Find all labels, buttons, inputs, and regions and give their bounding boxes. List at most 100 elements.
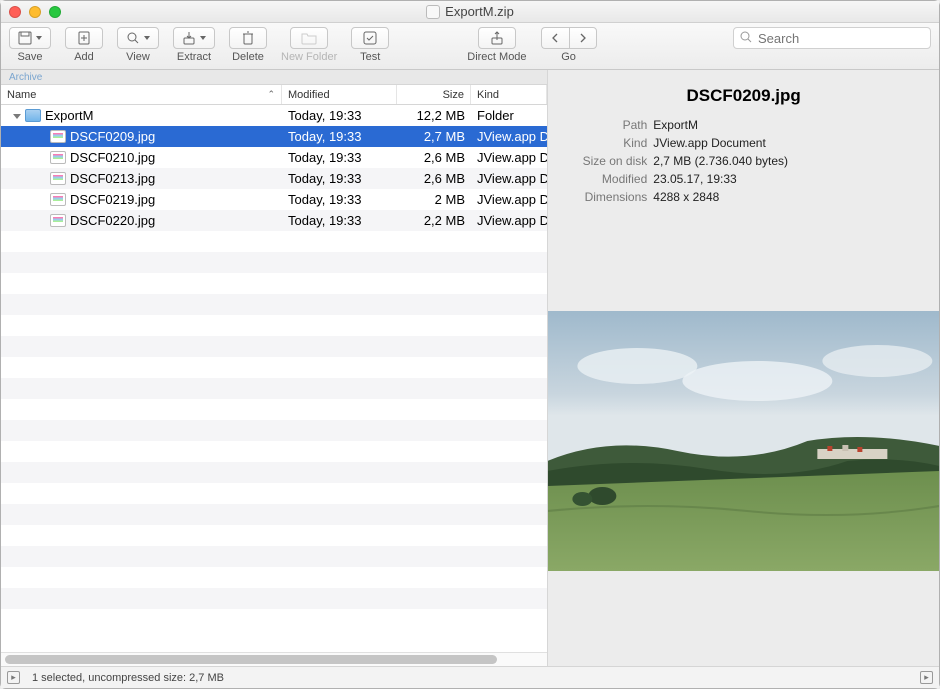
close-window-button[interactable] (9, 6, 21, 18)
file-size: 2,7 MB (397, 129, 471, 144)
disclosure-triangle-icon[interactable] (13, 114, 21, 119)
extract-button[interactable] (173, 27, 215, 49)
table-row[interactable]: DSCF0220.jpgToday, 19:332,2 MBJView.app … (1, 210, 547, 231)
table-row-empty (1, 567, 547, 588)
new-folder-icon (301, 31, 317, 45)
direct-mode-label: Direct Mode (467, 51, 526, 63)
extract-label: Extract (177, 51, 211, 63)
zoom-window-button[interactable] (49, 6, 61, 18)
new-folder-label: New Folder (281, 51, 337, 63)
info-modified-value: 23.05.17, 19:33 (653, 170, 736, 188)
info-panel: DSCF0209.jpg PathExportM KindJView.app D… (548, 70, 939, 666)
file-modified: Today, 19:33 (282, 213, 397, 228)
search-input[interactable] (733, 27, 931, 49)
table-row-empty (1, 294, 547, 315)
scrollbar-thumb[interactable] (5, 655, 497, 664)
status-left-button[interactable]: ▸ (7, 671, 20, 684)
table-row-empty (1, 315, 547, 336)
folder-icon (25, 109, 41, 122)
chevron-down-icon (36, 36, 42, 40)
table-row-empty (1, 378, 547, 399)
table-row[interactable]: DSCF0219.jpgToday, 19:332 MBJView.app D (1, 189, 547, 210)
image-file-icon (50, 151, 66, 164)
image-file-icon (50, 214, 66, 227)
column-kind[interactable]: Kind (471, 85, 547, 104)
column-headers: Name⌃ Modified Size Kind (1, 85, 547, 105)
file-name: DSCF0210.jpg (70, 150, 155, 165)
table-row[interactable]: DSCF0209.jpgToday, 19:332,7 MBJView.app … (1, 126, 547, 147)
test-label: Test (360, 51, 380, 63)
table-row-empty (1, 252, 547, 273)
view-icon (126, 31, 140, 45)
info-path-value: ExportM (653, 116, 698, 134)
file-modified: Today, 19:33 (282, 192, 397, 207)
add-label: Add (74, 51, 94, 63)
image-file-icon (50, 172, 66, 185)
minimize-window-button[interactable] (29, 6, 41, 18)
file-name: ExportM (45, 108, 93, 123)
go-label: Go (561, 51, 576, 63)
table-row-empty (1, 441, 547, 462)
table-row-empty (1, 336, 547, 357)
info-kind-value: JView.app Document (653, 134, 766, 152)
file-name: DSCF0220.jpg (70, 213, 155, 228)
image-file-icon (50, 130, 66, 143)
new-folder-button[interactable] (290, 27, 328, 49)
file-kind: Folder (471, 108, 547, 123)
chevron-down-icon (144, 36, 150, 40)
info-size-value: 2,7 MB (2.736.040 bytes) (653, 152, 788, 170)
view-label: View (126, 51, 150, 63)
table-row-empty (1, 504, 547, 525)
info-dimensions-label: Dimensions (562, 188, 647, 206)
window-title-text: ExportM.zip (445, 4, 514, 19)
file-kind: JView.app D (471, 150, 547, 165)
go-forward-button[interactable] (569, 27, 597, 49)
test-icon (363, 31, 377, 45)
test-button[interactable] (351, 27, 389, 49)
table-row-empty (1, 420, 547, 441)
file-kind: JView.app D (471, 129, 547, 144)
extract-icon (182, 31, 196, 45)
file-kind: JView.app D (471, 171, 547, 186)
info-kind-label: Kind (562, 134, 647, 152)
delete-button[interactable] (229, 27, 267, 49)
column-size[interactable]: Size (397, 85, 471, 104)
column-modified[interactable]: Modified (282, 85, 397, 104)
status-right-button[interactable]: ▸ (920, 671, 933, 684)
add-icon (77, 31, 91, 45)
status-bar: ▸ 1 selected, uncompressed size: 2,7 MB … (1, 666, 939, 688)
direct-mode-button[interactable] (478, 27, 516, 49)
save-button[interactable] (9, 27, 51, 49)
view-button[interactable] (117, 27, 159, 49)
info-path-label: Path (562, 116, 647, 134)
file-list[interactable]: ExportMToday, 19:3312,2 MBFolderDSCF0209… (1, 105, 547, 652)
table-row-empty (1, 231, 547, 252)
file-name: DSCF0209.jpg (70, 129, 155, 144)
table-row-empty (1, 483, 547, 504)
image-file-icon (50, 193, 66, 206)
add-button[interactable] (65, 27, 103, 49)
table-row-empty (1, 357, 547, 378)
file-size: 2,6 MB (397, 150, 471, 165)
table-row[interactable]: DSCF0210.jpg Today, 19:332,6 MBJView.app … (1, 147, 547, 168)
file-name: DSCF0213.jpg (70, 171, 155, 186)
info-size-label: Size on disk (562, 152, 647, 170)
table-row-empty (1, 609, 547, 630)
tab-archive[interactable]: Archive (1, 71, 50, 84)
info-modified-label: Modified (562, 170, 647, 188)
table-row-empty (1, 462, 547, 483)
sort-indicator-icon: ⌃ (267, 89, 275, 100)
file-kind: JView.app D (471, 192, 547, 207)
file-modified: Today, 19:33 (282, 108, 397, 123)
file-browser-panel: Archive Name⌃ Modified Size Kind ExportM… (1, 70, 548, 666)
go-back-button[interactable] (541, 27, 569, 49)
file-kind: JView.app D (471, 213, 547, 228)
horizontal-scrollbar[interactable] (1, 652, 547, 666)
toolbar: Save Add View Extract Delete New Folder (1, 23, 939, 70)
archive-icon (426, 5, 440, 19)
table-row[interactable]: ExportMToday, 19:3312,2 MBFolder (1, 105, 547, 126)
column-name[interactable]: Name⌃ (1, 85, 282, 104)
file-modified: Today, 19:33 (282, 150, 397, 165)
save-icon (18, 31, 32, 45)
table-row[interactable]: DSCF0213.jpgToday, 19:332,6 MBJView.app … (1, 168, 547, 189)
